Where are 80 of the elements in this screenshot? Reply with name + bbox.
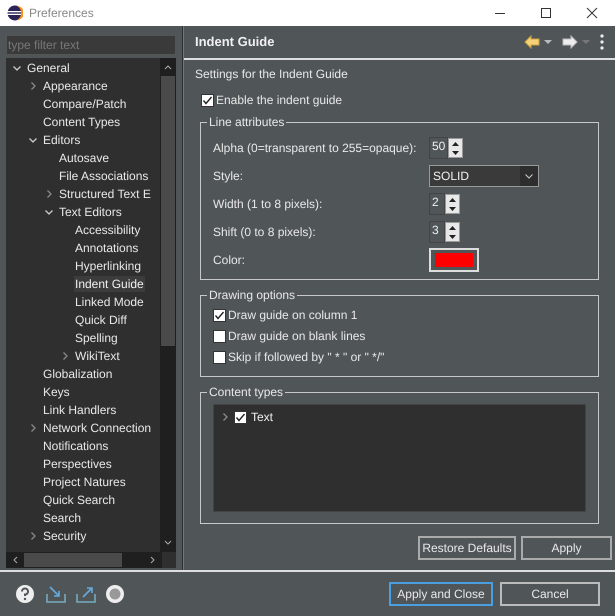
horizontal-scrollbar[interactable] bbox=[6, 552, 162, 568]
field-label: Width (1 to 8 pixels): bbox=[213, 196, 324, 213]
tree-item[interactable]: Appearance bbox=[42, 78, 109, 94]
tree-item[interactable]: Quick Search bbox=[42, 492, 116, 508]
dialog-button[interactable]: Restore Defaults bbox=[418, 536, 516, 560]
record-icon[interactable] bbox=[105, 584, 125, 604]
chevron-down-icon bbox=[525, 174, 533, 178]
page-title: Indent Guide bbox=[195, 33, 274, 52]
tree-item[interactable]: Project Natures bbox=[42, 474, 127, 490]
tree-item[interactable]: Text Editors bbox=[58, 204, 123, 220]
tree-item[interactable]: Hyperlinking bbox=[74, 258, 142, 274]
field-label: Style: bbox=[213, 168, 244, 185]
tree-item[interactable]: Security bbox=[42, 528, 88, 544]
page-description: Settings for the Indent Guide bbox=[195, 66, 349, 82]
tree-item[interactable]: Keys bbox=[42, 384, 71, 400]
chevron-right-icon[interactable] bbox=[44, 189, 54, 199]
tree-item[interactable]: Content Types bbox=[42, 114, 122, 130]
field-label: Alpha (0=transparent to 255=opaque): bbox=[213, 140, 418, 157]
checkbox-label[interactable]: Enable the indent guide bbox=[216, 91, 342, 109]
tree-item[interactable]: Globalization bbox=[42, 366, 114, 382]
checkbox[interactable] bbox=[234, 410, 247, 424]
number-field[interactable]: 2 bbox=[429, 193, 445, 215]
checkbox[interactable] bbox=[213, 330, 226, 342]
tree-item[interactable]: Perspectives bbox=[42, 456, 113, 472]
field-label: Color: bbox=[213, 252, 246, 269]
tree-item[interactable]: Linked Mode bbox=[74, 294, 145, 310]
back-arrow-icon[interactable] bbox=[524, 35, 540, 49]
tree-item[interactable]: General bbox=[26, 60, 71, 76]
chevron-right-icon[interactable] bbox=[28, 423, 38, 433]
chevron-right-icon[interactable] bbox=[28, 531, 38, 541]
tree-item[interactable]: Text bbox=[251, 408, 274, 426]
checkbox[interactable] bbox=[213, 308, 226, 322]
tree-item[interactable]: Notifications bbox=[42, 438, 110, 454]
chevron-right-icon[interactable] bbox=[220, 412, 230, 422]
more-menu-icon[interactable] bbox=[600, 34, 604, 50]
tree-item[interactable]: Network Connection bbox=[42, 420, 152, 436]
field-label: Shift (0 to 8 pixels): bbox=[213, 224, 317, 241]
app-logo-icon bbox=[7, 5, 23, 21]
group-title: Drawing options bbox=[207, 287, 298, 303]
spin-buttons[interactable] bbox=[445, 194, 460, 214]
color-button[interactable] bbox=[429, 248, 479, 272]
tree-item[interactable]: Annotations bbox=[74, 240, 140, 256]
checkbox-label[interactable]: Draw guide on column 1 bbox=[228, 307, 358, 323]
tree-item[interactable]: Indent Guide bbox=[74, 276, 145, 292]
checkbox-label[interactable]: Skip if followed by " * " or " */" bbox=[228, 349, 384, 365]
filter-field[interactable]: type filter text bbox=[6, 35, 176, 55]
tree-item[interactable]: Editors bbox=[42, 132, 82, 148]
export-icon[interactable] bbox=[75, 584, 97, 604]
tree-item[interactable]: WikiText bbox=[74, 348, 121, 364]
help-icon[interactable] bbox=[15, 584, 35, 604]
checkbox[interactable] bbox=[213, 350, 226, 364]
chevron-down-icon[interactable] bbox=[28, 135, 38, 145]
import-icon[interactable] bbox=[45, 584, 67, 604]
tree-item[interactable]: Search bbox=[42, 510, 82, 526]
tree-item[interactable]: Accessibility bbox=[74, 222, 142, 238]
chevron-right-icon[interactable] bbox=[28, 81, 38, 91]
tree-item[interactable]: Link Handlers bbox=[42, 402, 118, 418]
forward-arrow-icon[interactable] bbox=[562, 35, 578, 49]
dropdown-arrow-icon[interactable] bbox=[544, 39, 552, 45]
style-dropdown[interactable]: SOLID bbox=[429, 165, 539, 187]
dialog-button[interactable]: Apply bbox=[521, 536, 612, 560]
window-title: Preferences bbox=[29, 5, 94, 22]
spin-buttons[interactable] bbox=[448, 138, 464, 158]
dialog-button[interactable]: Cancel bbox=[500, 582, 600, 606]
tree-item[interactable]: Spelling bbox=[74, 330, 119, 346]
tree-item[interactable]: Autosave bbox=[58, 150, 110, 166]
number-field[interactable]: 3 bbox=[429, 221, 445, 243]
tree-item[interactable]: Compare/Patch bbox=[42, 96, 128, 112]
number-field[interactable]: 50 bbox=[429, 137, 448, 159]
chevron-right-icon[interactable] bbox=[60, 351, 70, 361]
tree-item[interactable]: Quick Diff bbox=[74, 312, 128, 328]
chevron-down-icon[interactable] bbox=[12, 63, 22, 73]
dialog-button[interactable]: Apply and Close bbox=[389, 582, 493, 606]
vertical-scrollbar[interactable] bbox=[160, 58, 176, 552]
chevron-down-icon[interactable] bbox=[44, 207, 54, 217]
checkbox-label[interactable]: Draw guide on blank lines bbox=[228, 328, 366, 344]
tree-item[interactable]: File Associations bbox=[58, 168, 150, 184]
tree-item[interactable]: Structured Text E bbox=[58, 186, 152, 202]
spin-buttons[interactable] bbox=[445, 222, 460, 242]
checkbox[interactable] bbox=[201, 94, 214, 106]
